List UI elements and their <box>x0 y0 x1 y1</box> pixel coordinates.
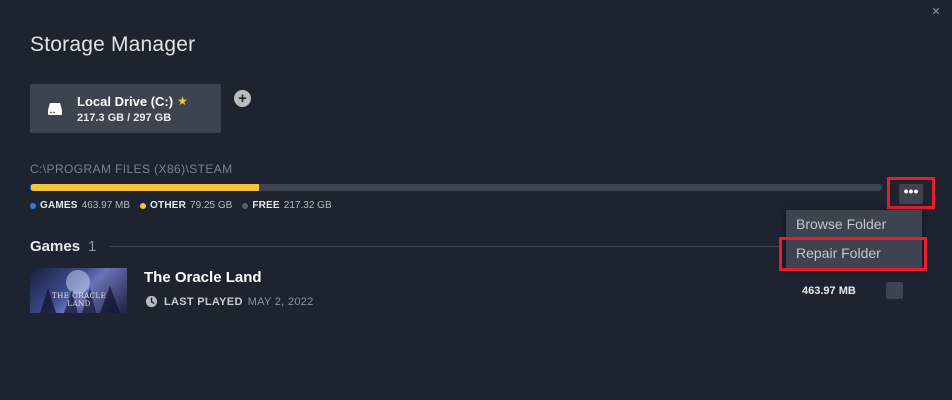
hard-drive-icon <box>48 102 62 115</box>
storage-usage-bar <box>30 184 882 191</box>
game-name: The Oracle Land <box>144 269 262 286</box>
games-divider <box>110 246 782 247</box>
storage-legend: GAMES 463.97 MB OTHER 79.25 GB FREE 217.… <box>30 200 332 211</box>
game-size: 463.97 MB <box>802 285 856 297</box>
library-path: C:\PROGRAM FILES (X86)\STEAM <box>30 162 233 176</box>
menu-item-browse-folder[interactable]: Browse Folder <box>786 210 922 239</box>
last-played: LAST PLAYED MAY 2, 2022 <box>145 295 314 308</box>
game-thumbnail: THE ORACLE LAND <box>30 268 127 313</box>
games-dot-icon <box>30 202 36 209</box>
clock-icon <box>145 295 158 308</box>
other-usage-segment <box>31 184 259 191</box>
legend-other: OTHER 79.25 GB <box>140 200 232 211</box>
thumbnail-title: THE ORACLE LAND <box>52 292 107 308</box>
folder-context-menu: Browse Folder Repair Folder <box>786 210 922 268</box>
add-drive-button[interactable]: + <box>234 90 251 107</box>
free-dot-icon <box>242 202 249 209</box>
table-row[interactable]: THE ORACLE LAND The Oracle Land LAST PLAY… <box>30 268 910 314</box>
other-dot-icon <box>140 202 147 209</box>
games-section-header: Games 1 <box>30 238 96 255</box>
game-select-checkbox[interactable] <box>886 282 903 299</box>
more-options-button[interactable]: ••• <box>899 184 923 204</box>
drive-name-label: Local Drive (C:) <box>77 93 174 109</box>
star-icon: ★ <box>177 94 188 108</box>
legend-games: GAMES 463.97 MB <box>30 200 130 211</box>
games-count: 1 <box>88 238 97 255</box>
page-title: Storage Manager <box>30 33 196 56</box>
close-button[interactable]: × <box>928 4 944 20</box>
menu-item-repair-folder[interactable]: Repair Folder <box>786 239 922 268</box>
drive-card-local-c[interactable]: Local Drive (C:) ★ 217.3 GB / 297 GB <box>30 84 221 133</box>
drive-size-label: 217.3 GB / 297 GB <box>77 111 172 124</box>
legend-free: FREE 217.32 GB <box>242 200 332 211</box>
games-header-label: Games <box>30 238 81 255</box>
